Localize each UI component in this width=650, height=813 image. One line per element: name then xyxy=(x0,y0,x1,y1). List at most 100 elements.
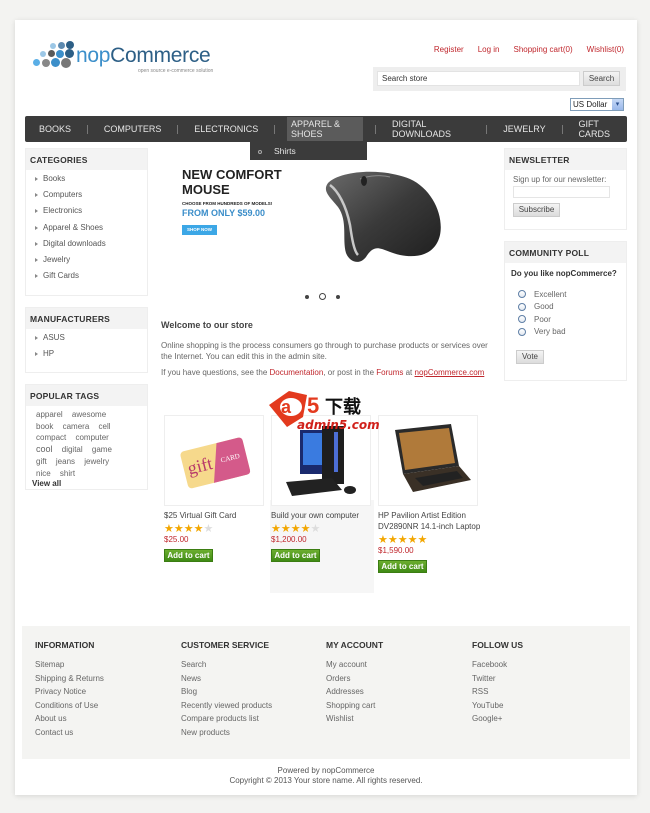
tag-link[interactable]: jewelry xyxy=(84,457,109,466)
slider-dot[interactable] xyxy=(336,294,340,299)
poll-option-excellent[interactable]: Excellent xyxy=(505,288,626,301)
radio-button[interactable] xyxy=(518,315,526,324)
footer-link[interactable]: Addresses xyxy=(326,687,383,701)
tag-link[interactable]: computer xyxy=(75,433,108,442)
footer-link[interactable]: Search xyxy=(181,660,272,674)
footer-link[interactable]: Compare products list xyxy=(181,714,272,728)
slider-dot[interactable] xyxy=(305,294,309,299)
tag-link[interactable]: cell xyxy=(99,422,111,431)
vote-button[interactable]: Vote xyxy=(516,350,544,364)
tag-link[interactable]: digital xyxy=(62,445,83,454)
youtube-link[interactable]: YouTube xyxy=(472,701,523,715)
product-item[interactable]: HP Pavilion Artist Edition DV2890NR 14.1… xyxy=(378,415,483,573)
newsletter-email-input[interactable] xyxy=(513,186,610,198)
add-to-cart-button[interactable]: Add to cart xyxy=(164,549,213,562)
nav-item-jewelry[interactable]: JEWELRY xyxy=(499,122,549,136)
footer-link[interactable]: Conditions of Use xyxy=(35,701,104,715)
tag-link[interactable]: gift xyxy=(36,457,47,466)
manufacturer-item-hp[interactable]: HP xyxy=(35,349,147,365)
footer-link[interactable]: Recently viewed products xyxy=(181,701,272,715)
product-price: $1,590.00 xyxy=(378,546,414,555)
footer-link[interactable]: About us xyxy=(35,714,104,728)
footer-link[interactable]: New products xyxy=(181,728,272,742)
star-filled-icon: ★ xyxy=(271,523,281,535)
nav-item-books[interactable]: BOOKS xyxy=(35,122,75,136)
product-title[interactable]: Build your own computer xyxy=(271,510,374,521)
footer-link[interactable]: Shopping cart xyxy=(326,701,383,715)
arrow-right-icon xyxy=(35,274,38,279)
nav-divider xyxy=(375,124,377,134)
subscribe-button[interactable]: Subscribe xyxy=(513,202,560,217)
category-item-jewelry[interactable]: Jewelry xyxy=(35,255,147,271)
poll-option-poor[interactable]: Poor xyxy=(505,313,626,326)
login-link[interactable]: Log in xyxy=(478,45,500,54)
category-item-electronics[interactable]: Electronics xyxy=(35,206,147,222)
category-item-computers[interactable]: Computers xyxy=(35,190,147,206)
radio-button[interactable] xyxy=(518,290,526,299)
search-input[interactable] xyxy=(377,71,580,86)
categories-block: CATEGORIES Books Computers Electronics A… xyxy=(25,148,148,296)
tag-link[interactable]: camera xyxy=(63,422,90,431)
tag-link[interactable]: apparel xyxy=(36,410,63,419)
forums-link[interactable]: Forums xyxy=(376,368,403,377)
footer-link[interactable]: Blog xyxy=(181,687,272,701)
rss-link[interactable]: RSS xyxy=(472,687,523,701)
footer-link[interactable]: Sitemap xyxy=(35,660,104,674)
category-item-digital-downloads[interactable]: Digital downloads xyxy=(35,239,147,255)
nav-item-computers[interactable]: COMPUTERS xyxy=(100,122,166,136)
shop-now-button[interactable]: SHOP NOW xyxy=(182,225,217,235)
dropdown-item-shirts[interactable]: Shirts xyxy=(258,146,296,156)
poll-option-good[interactable]: Good xyxy=(505,301,626,314)
product-title[interactable]: $25 Virtual Gift Card xyxy=(164,510,267,521)
product-item[interactable]: Build your own computer ★ ★ ★ ★ ★ $1,200.00 … xyxy=(271,415,376,562)
footer-link[interactable]: Contact us xyxy=(35,728,104,742)
tag-link[interactable]: book xyxy=(36,422,53,431)
tag-link[interactable]: cool xyxy=(36,444,53,454)
add-to-cart-button[interactable]: Add to cart xyxy=(378,560,427,573)
register-link[interactable]: Register xyxy=(434,45,464,54)
category-item-apparel-shoes[interactable]: Apparel & Shoes xyxy=(35,223,147,239)
category-item-gift-cards[interactable]: Gift Cards xyxy=(35,271,147,287)
footer-link[interactable]: Wishlist xyxy=(326,714,383,728)
footer-link[interactable]: Orders xyxy=(326,674,383,688)
tag-link[interactable]: shirt xyxy=(60,469,75,478)
search-button[interactable]: Search xyxy=(583,71,620,86)
logo-dots-icon xyxy=(30,41,74,74)
manufacturer-item-asus[interactable]: ASUS xyxy=(35,333,147,349)
add-to-cart-button[interactable]: Add to cart xyxy=(271,549,320,562)
nav-item-digital-downloads[interactable]: DIGITAL DOWNLOADS xyxy=(388,117,474,141)
product-item[interactable]: gift CARD $25 Virtual Gift Card ★ ★ ★ ★ ★ $2… xyxy=(164,415,269,562)
shopping-cart-link[interactable]: Shopping cart(0) xyxy=(514,45,573,54)
poll-option-very-bad[interactable]: Very bad xyxy=(505,326,626,339)
product-image[interactable]: gift CARD xyxy=(164,415,264,506)
product-rating: ★ ★ ★ ★ ★ xyxy=(271,523,376,535)
documentation-link[interactable]: Documentation xyxy=(270,368,324,377)
product-title[interactable]: HP Pavilion Artist Edition DV2890NR 14.1… xyxy=(378,510,481,532)
tag-link[interactable]: jeans xyxy=(56,457,75,466)
tag-link[interactable]: compact xyxy=(36,433,66,442)
tag-link[interactable]: nice xyxy=(36,469,51,478)
wishlist-link[interactable]: Wishlist(0) xyxy=(587,45,624,54)
tag-link[interactable]: awesome xyxy=(72,410,106,419)
category-item-books[interactable]: Books xyxy=(35,174,147,190)
arrow-right-icon xyxy=(35,177,38,181)
nav-item-electronics[interactable]: ELECTRONICS xyxy=(190,122,262,136)
newsletter-block: NEWSLETTER Sign up for our newsletter: S… xyxy=(504,148,627,230)
radio-button[interactable] xyxy=(518,327,526,336)
slider-dot-active[interactable] xyxy=(319,293,326,300)
google-plus-link[interactable]: Google+ xyxy=(472,714,523,728)
view-all-tags-link[interactable]: View all xyxy=(26,479,147,488)
radio-button[interactable] xyxy=(518,302,526,311)
footer-link[interactable]: Shipping & Returns xyxy=(35,674,104,688)
store-logo[interactable]: nopCommerce open source e-commerce solut… xyxy=(30,41,230,78)
footer-link[interactable]: News xyxy=(181,674,272,688)
facebook-link[interactable]: Facebook xyxy=(472,660,523,674)
twitter-link[interactable]: Twitter xyxy=(472,674,523,688)
tag-link[interactable]: game xyxy=(92,445,112,454)
currency-select[interactable]: US Dollar ▾ xyxy=(570,98,624,111)
nav-item-apparel-shoes[interactable]: APPAREL & SHOES xyxy=(287,117,364,141)
footer-link[interactable]: My account xyxy=(326,660,383,674)
footer-link[interactable]: Privacy Notice xyxy=(35,687,104,701)
nav-item-gift-cards[interactable]: GIFT CARDS xyxy=(574,117,627,141)
nopcommerce-link[interactable]: nopCommerce.com xyxy=(415,368,485,377)
